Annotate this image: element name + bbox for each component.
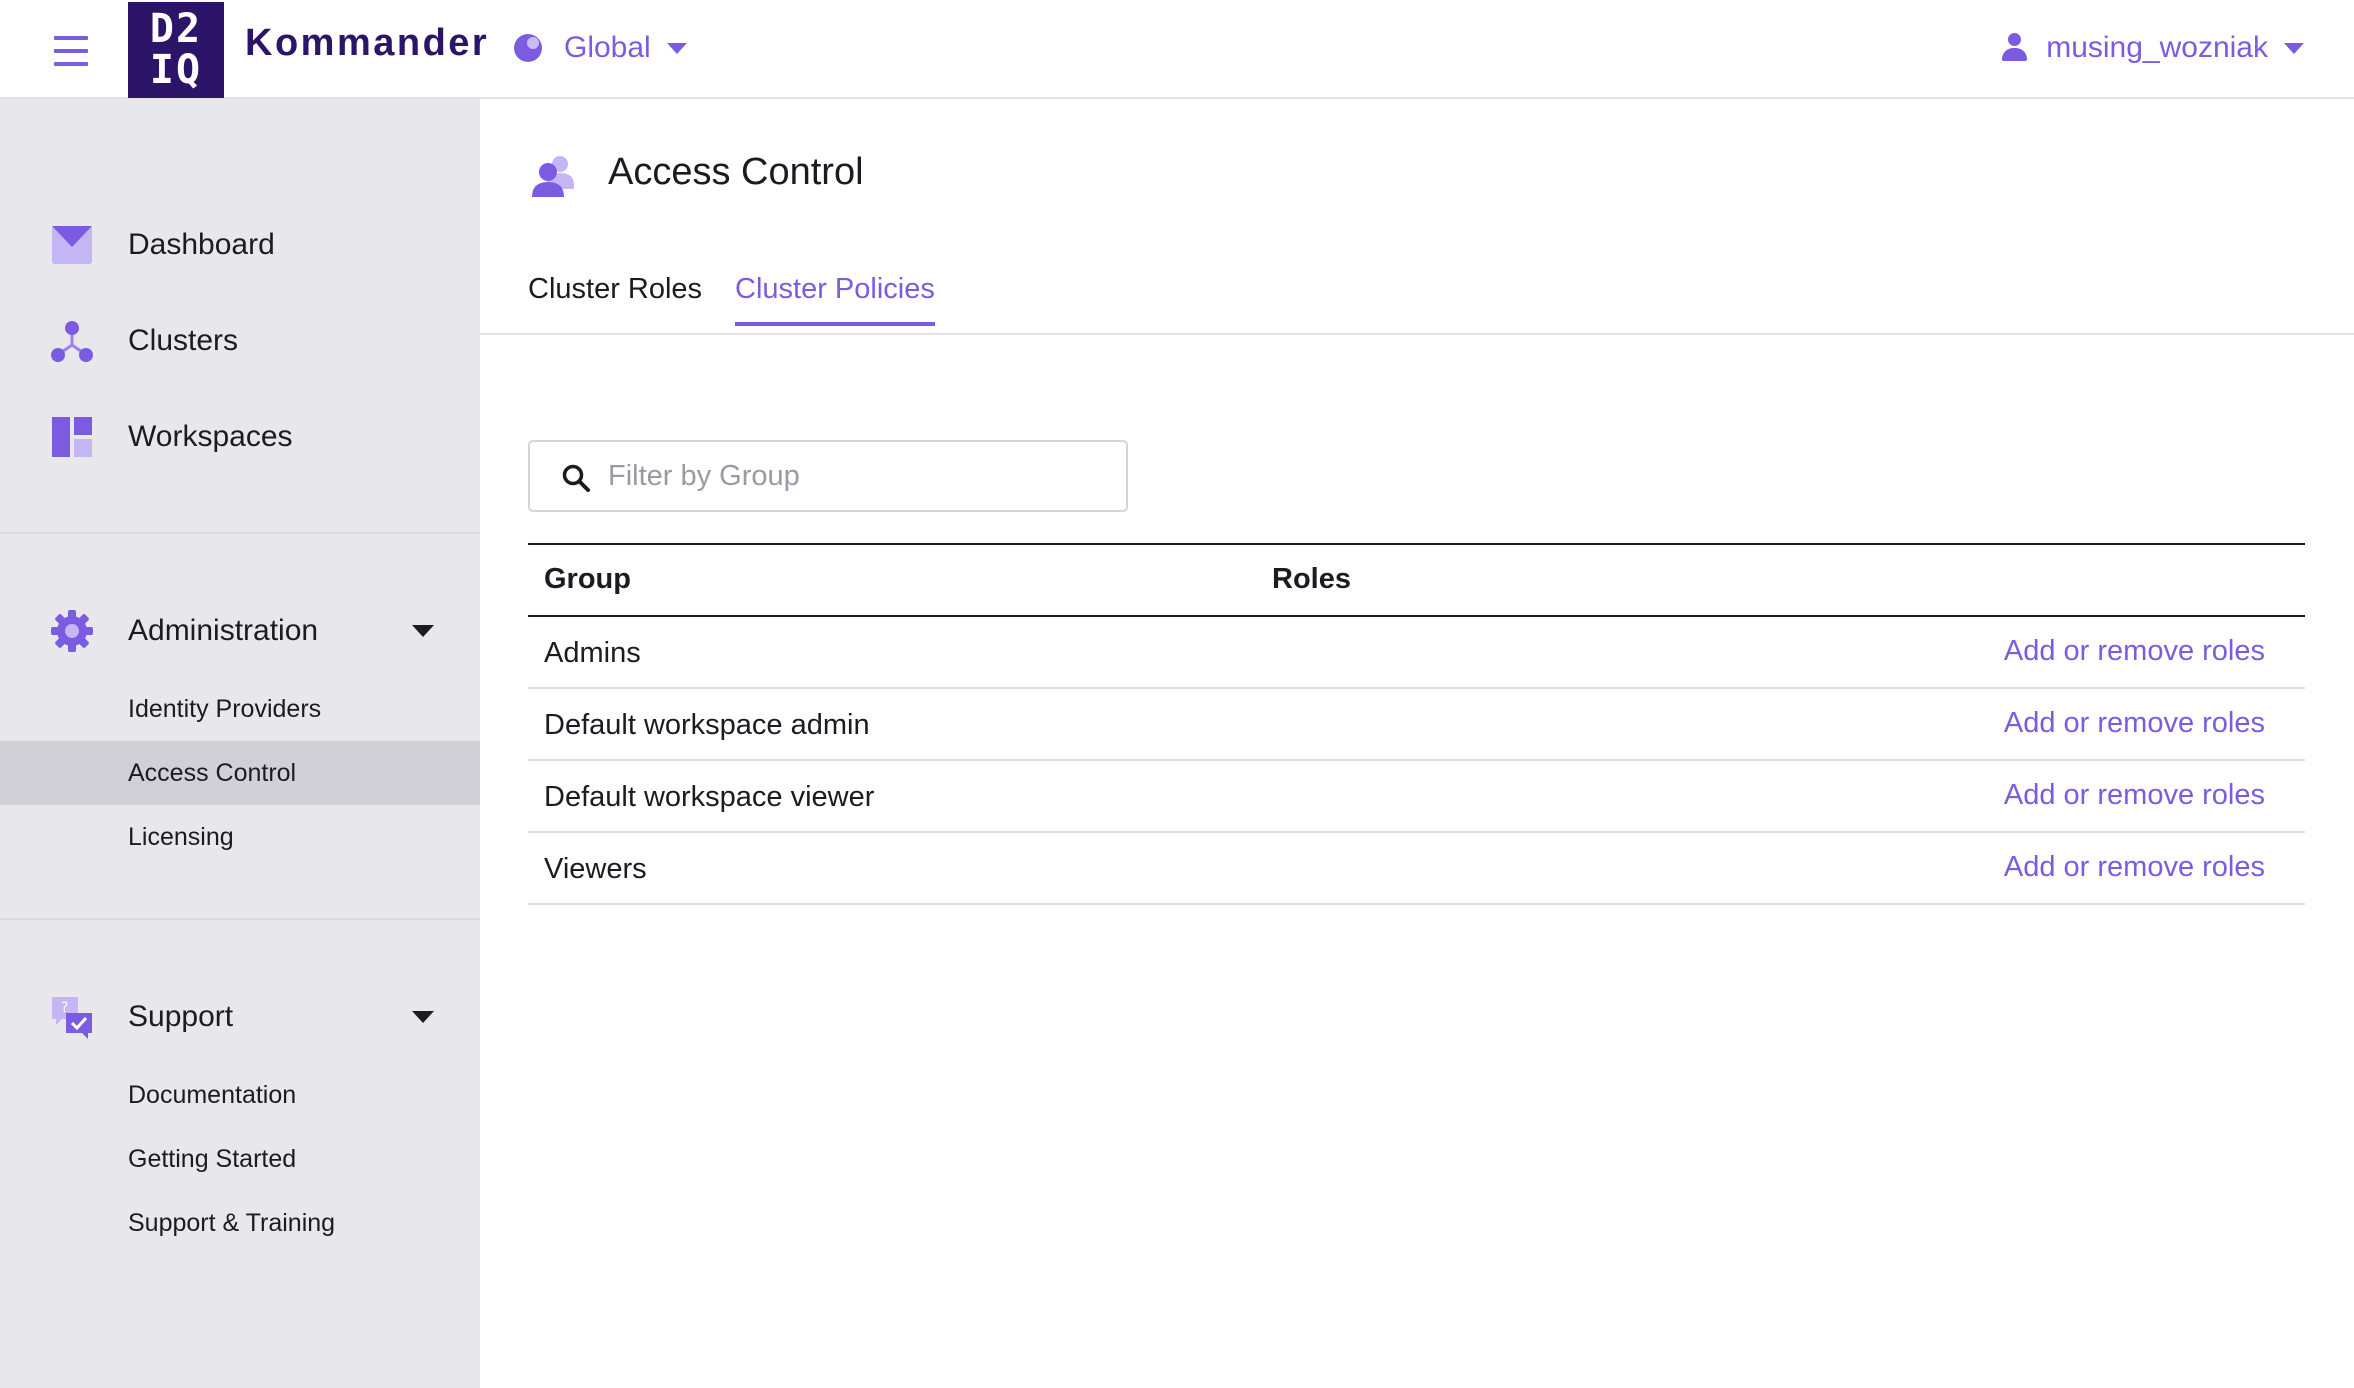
sidebar-section-label: Administration [128,614,319,647]
page-title: Access Control [608,151,864,193]
chevron-down-icon [666,42,687,54]
sidebar: Dashboard Clusters Workspaces Administra… [0,99,480,1388]
d2iq-logo[interactable]: D2 IQ [128,2,224,98]
app-name: Kommander [245,22,490,64]
sidebar-item-label: Clusters [128,324,239,357]
tab-bar: Cluster Roles Cluster Policies [480,259,2354,335]
tab-cluster-policies[interactable]: Cluster Policies [735,273,935,326]
user-menu[interactable]: musing_wozniak [2000,26,2304,70]
table-row: Default workspace admin Add or remove ro… [528,689,2305,761]
search-icon [562,464,590,492]
sidebar-item-clusters[interactable]: Clusters [0,306,480,376]
workspaces-icon [52,417,92,457]
sidebar-item-label: Licensing [128,822,234,851]
sidebar-item-label: Identity Providers [128,694,322,723]
chevron-down-icon[interactable] [412,625,434,637]
table-header: Group Roles [528,543,2305,617]
group-name: Admins [544,637,641,669]
sidebar-item-support-training[interactable]: Support & Training [0,1191,480,1255]
sidebar-item-documentation[interactable]: Documentation [0,1063,480,1127]
group-name: Viewers [544,853,647,885]
add-remove-roles-link[interactable]: Add or remove roles [2004,707,2265,740]
sidebar-item-getting-started[interactable]: Getting Started [0,1127,480,1191]
policies-table: Group Roles Admins Add or remove roles D… [528,543,2305,905]
sidebar-divider [0,918,480,920]
column-header-roles[interactable]: Roles [1272,563,1351,596]
sidebar-item-label: Dashboard [128,228,275,261]
filter-search-box [528,440,1128,512]
main-content: Access Control Cluster Roles Cluster Pol… [480,99,2354,1388]
logo-line-2: IQ [149,47,203,93]
sidebar-item-identity-providers[interactable]: Identity Providers [0,677,480,741]
access-control-icon [532,156,574,197]
table-row: Viewers Add or remove roles [528,833,2305,905]
add-remove-roles-link[interactable]: Add or remove roles [2004,779,2265,812]
sidebar-item-label: Documentation [128,1080,297,1109]
group-name: Default workspace viewer [544,781,875,813]
sidebar-item-dashboard[interactable]: Dashboard [0,210,480,280]
chevron-down-icon[interactable] [412,1011,434,1023]
sidebar-item-workspaces[interactable]: Workspaces [0,402,480,472]
table-row: Default workspace viewer Add or remove r… [528,761,2305,833]
logo-line-1: D2 [149,6,203,52]
sidebar-section-administration[interactable]: Administration [0,596,480,666]
sidebar-item-label: Access Control [128,758,297,787]
top-bar: D2 IQ Kommander Global musing_wozniak [0,0,2354,99]
filter-by-group-input[interactable] [608,456,1108,496]
dashboard-icon [52,226,92,264]
sidebar-item-licensing[interactable]: Licensing [0,805,480,869]
support-icon: ? [52,997,92,1039]
scope-label: Global [564,31,651,64]
sidebar-item-label: Support & Training [128,1208,336,1237]
sidebar-section-support[interactable]: ? Support [0,982,480,1052]
table-row: Admins Add or remove roles [528,617,2305,689]
column-header-group[interactable]: Group [544,563,631,596]
chevron-down-icon [2284,42,2304,54]
user-name: musing_wozniak [2046,31,2268,64]
sidebar-item-label: Workspaces [128,420,293,453]
sidebar-item-label: Getting Started [128,1144,297,1173]
sidebar-divider [0,532,480,534]
add-remove-roles-link[interactable]: Add or remove roles [2004,851,2265,884]
tab-cluster-roles[interactable]: Cluster Roles [528,273,702,322]
user-icon [2000,33,2028,63]
add-remove-roles-link[interactable]: Add or remove roles [2004,635,2265,668]
scope-selector[interactable]: Global [514,26,687,70]
globe-icon [514,34,542,62]
group-name: Default workspace admin [544,709,870,741]
sidebar-section-label: Support [128,1000,234,1033]
sidebar-item-access-control[interactable]: Access Control [0,741,480,805]
gear-icon [51,610,93,652]
clusters-icon [51,321,93,362]
menu-icon[interactable] [54,36,88,66]
